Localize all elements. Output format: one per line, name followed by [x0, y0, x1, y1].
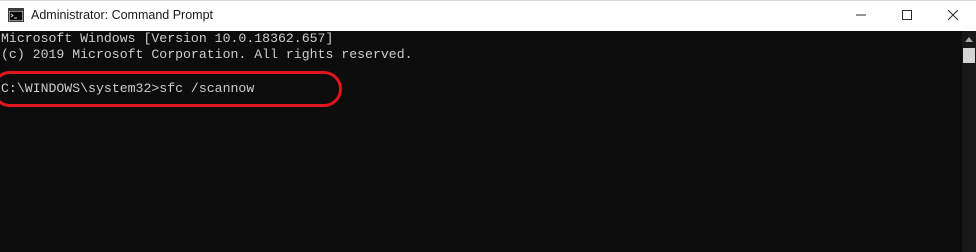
copyright-line: (c) 2019 Microsoft Corporation. All righ…: [1, 47, 413, 62]
title-bar-accent: [0, 0, 976, 1]
version-line: Microsoft Windows [Version 10.0.18362.65…: [1, 31, 334, 46]
close-icon: [947, 7, 959, 25]
window-title: Administrator: Command Prompt: [31, 8, 214, 22]
command-text: sfc /scannow: [159, 81, 255, 96]
maximize-button[interactable]: [884, 0, 930, 31]
minimize-button[interactable]: [838, 0, 884, 31]
scroll-thumb[interactable]: [963, 48, 975, 63]
scroll-up-arrow-icon[interactable]: [962, 31, 976, 48]
vertical-scrollbar[interactable]: [962, 31, 976, 252]
maximize-icon: [902, 7, 912, 25]
command-prompt-icon[interactable]: [8, 8, 24, 22]
prompt-text: C:\WINDOWS\system32>: [1, 81, 160, 96]
minimize-icon: [856, 7, 866, 25]
title-bar[interactable]: Administrator: Command Prompt: [0, 0, 976, 31]
close-button[interactable]: [930, 0, 976, 31]
command-prompt-window: Administrator: Command Prompt Microsoft …: [0, 0, 976, 252]
command-line: C:\WINDOWS\system32>sfc /scannow: [1, 81, 254, 97]
console-output[interactable]: Microsoft Windows [Version 10.0.18362.65…: [0, 31, 962, 252]
